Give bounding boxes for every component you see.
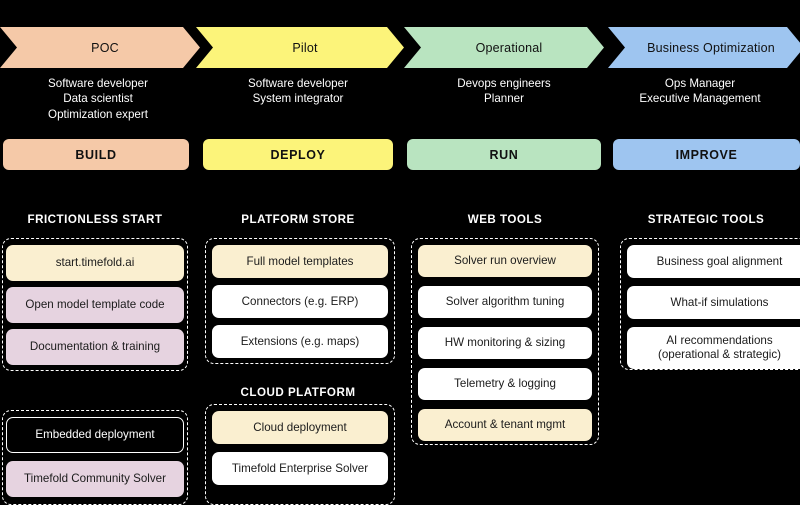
stage-arrow-operational[interactable]: Operational: [404, 27, 604, 68]
card-label: start.timefold.ai: [55, 256, 135, 270]
card-documentation-training[interactable]: Documentation & training: [6, 329, 184, 365]
card-label: Timefold Enterprise Solver: [231, 461, 369, 475]
card-timefold-enterprise-solver[interactable]: Timefold Enterprise Solver: [212, 452, 388, 485]
card-label: HW monitoring & sizing: [444, 336, 566, 350]
card-label: Business goal alignment: [656, 254, 783, 268]
card-label: Full model templates: [246, 254, 354, 268]
section-title-platform-store: PLATFORM STORE: [241, 213, 355, 226]
card-label: Solver run overview: [454, 254, 556, 268]
card-label: Timefold Community Solver: [24, 472, 166, 486]
phase-band-deploy[interactable]: DEPLOY: [203, 139, 393, 170]
phase-band-run[interactable]: RUN: [407, 139, 601, 170]
phase-band-improve[interactable]: IMPROVE: [613, 139, 800, 170]
card-account-tenant-mgmt[interactable]: Account & tenant mgmt: [418, 409, 592, 441]
card-label: Cloud deployment: [253, 420, 347, 434]
persona-list-pilot: Software developer System integrator: [248, 77, 348, 106]
stage-arrow-business-optimization[interactable]: Business Optimization: [608, 27, 800, 68]
card-label: Open model template code: [25, 298, 165, 312]
persona-list-business-optimization: Ops Manager Executive Management: [639, 77, 761, 106]
stage-arrow-label: Pilot: [292, 40, 318, 55]
card-what-if-simulations[interactable]: What-if simulations: [627, 286, 800, 319]
persona-list-operational: Devops engineers Planner: [457, 77, 551, 106]
section-title-strategic-tools: STRATEGIC TOOLS: [647, 213, 765, 226]
card-label: AI recommendations (operational & strateg…: [657, 334, 782, 361]
card-start-timefold-ai[interactable]: start.timefold.ai: [6, 245, 184, 281]
card-ai-recommendations[interactable]: AI recommendations (operational & strateg…: [627, 327, 800, 369]
card-connectors-e-g-erp[interactable]: Connectors (e.g. ERP): [212, 285, 388, 318]
persona-row: Software developer Data scientist Optimiza…: [0, 76, 800, 134]
card-solver-run-overview[interactable]: Solver run overview: [418, 245, 592, 277]
card-label: Telemetry & logging: [454, 377, 556, 391]
phase-band-row: BUILD DEPLOY RUN IMPROVE: [0, 139, 800, 170]
card-hw-monitoring-sizing[interactable]: HW monitoring & sizing: [418, 327, 592, 359]
card-extensions-e-g-maps[interactable]: Extensions (e.g. maps): [212, 325, 388, 358]
persona-list-poc: Software developer Data scientist Optimiza…: [48, 77, 148, 121]
card-label: What-if simulations: [670, 295, 769, 309]
card-label: Account & tenant mgmt: [444, 418, 566, 432]
stage-arrow-row: POC Pilot Operational Business Optimizat…: [0, 27, 800, 68]
card-cloud-deployment[interactable]: Cloud deployment: [212, 411, 388, 444]
card-label: Connectors (e.g. ERP): [241, 294, 359, 308]
card-full-model-templates[interactable]: Full model templates: [212, 245, 388, 278]
card-label: Embedded deployment: [35, 428, 155, 442]
card-business-goal-alignment[interactable]: Business goal alignment: [627, 245, 800, 278]
card-label: Solver algorithm tuning: [445, 295, 565, 309]
stage-arrow-label: Operational: [475, 40, 543, 55]
phase-band-build[interactable]: BUILD: [3, 139, 189, 170]
card-telemetry-logging[interactable]: Telemetry & logging: [418, 368, 592, 400]
section-title-frictionless-start: FRICTIONLESS START: [27, 213, 163, 226]
section-title-cloud-platform: CLOUD PLATFORM: [240, 386, 356, 399]
card-label: Documentation & training: [29, 340, 161, 354]
section-title-web-tools: WEB TOOLS: [467, 213, 543, 226]
stage-arrow-label: Business Optimization: [647, 40, 775, 55]
card-label: Extensions (e.g. maps): [240, 334, 360, 348]
card-solver-algorithm-tuning[interactable]: Solver algorithm tuning: [418, 286, 592, 318]
stage-arrow-label: POC: [91, 40, 119, 55]
stage-arrow-poc[interactable]: POC: [0, 27, 200, 68]
card-timefold-community-solver[interactable]: Timefold Community Solver: [6, 461, 184, 497]
card-embedded-deployment[interactable]: Embedded deployment: [6, 417, 184, 453]
stage-arrow-pilot[interactable]: Pilot: [196, 27, 404, 68]
card-open-model-template-code[interactable]: Open model template code: [6, 287, 184, 323]
